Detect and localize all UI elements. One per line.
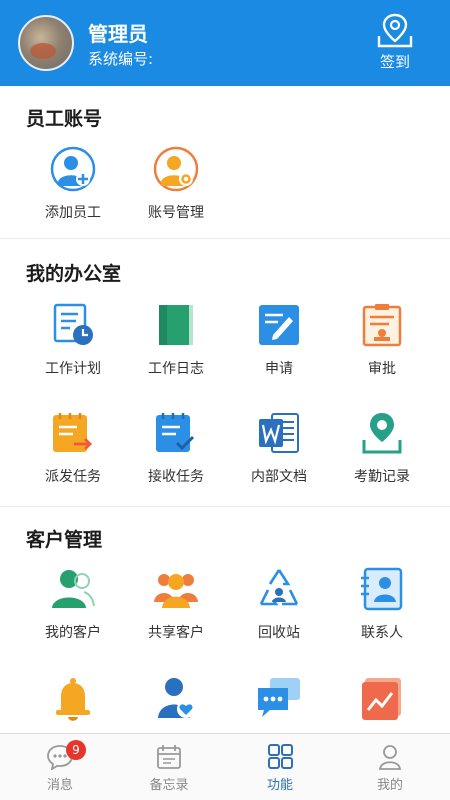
checkin-label: 签到: [379, 53, 410, 71]
tab-label: 备忘录: [149, 778, 189, 793]
dispatch-task-icon: [53, 413, 92, 452]
user-heart-icon: [158, 678, 195, 718]
apply-edit-icon: [259, 305, 299, 345]
grid-label: 申请: [265, 361, 293, 377]
tab-messages[interactable]: 9 消息: [4, 734, 116, 800]
my-customers-icon: [52, 570, 95, 608]
contacts-card-icon: [361, 567, 403, 611]
work-plan-icon: [53, 303, 93, 345]
grid-apps-icon: [268, 744, 293, 769]
section-divider: [0, 238, 450, 239]
receive-task-button[interactable]: 接收任务: [120, 410, 232, 486]
chart-board-icon: [362, 678, 401, 720]
customer-care-button[interactable]: [120, 676, 232, 722]
grid-label: 添加员工: [45, 205, 101, 221]
user-name: 管理员: [88, 22, 148, 46]
dispatch-task-button[interactable]: 派发任务: [17, 410, 129, 486]
grid-label: 考勤记录: [354, 469, 410, 485]
bottom-tab-bar: 9 消息 备忘录 功能 我的: [0, 733, 450, 800]
system-code-label: 系统编号:: [88, 50, 154, 68]
my-customers-button[interactable]: 我的客户: [17, 566, 129, 642]
grid-label: 审批: [368, 361, 396, 377]
approval-clipboard-icon: [362, 304, 402, 347]
profile-header: 管理员 系统编号: 签到: [0, 0, 450, 86]
internal-docs-button[interactable]: 内部文档: [223, 410, 335, 486]
grid-label: 联系人: [361, 625, 403, 641]
sales-report-button[interactable]: [326, 676, 438, 722]
section-title-customers: 客户管理: [26, 529, 103, 551]
section-title-office: 我的办公室: [26, 263, 122, 285]
tab-label: 消息: [46, 778, 73, 793]
tab-functions[interactable]: 功能: [224, 734, 336, 800]
apply-button[interactable]: 申请: [223, 302, 335, 378]
avatar[interactable]: [18, 15, 74, 71]
contacts-button[interactable]: 联系人: [326, 566, 438, 642]
chat-bubbles-icon: [258, 678, 300, 717]
add-user-icon: [50, 146, 96, 192]
shared-customers-icon: [154, 574, 198, 608]
work-log-button[interactable]: 工作日志: [120, 302, 232, 378]
grid-label: 内部文档: [251, 469, 307, 485]
work-plan-button[interactable]: 工作计划: [17, 302, 129, 378]
tab-label: 我的: [376, 778, 403, 793]
account-management-button[interactable]: 账号管理: [120, 146, 232, 222]
tab-mine[interactable]: 我的: [334, 734, 446, 800]
recycle-icon: [259, 569, 299, 606]
bell-icon: [56, 678, 90, 721]
user-icon: [378, 745, 402, 770]
reminder-button[interactable]: [17, 676, 129, 722]
user-settings-icon: [153, 146, 199, 192]
grid-label: 派发任务: [45, 469, 101, 485]
grid-label: 接收任务: [148, 469, 204, 485]
grid-label: 账号管理: [148, 205, 204, 221]
shared-customers-button[interactable]: 共享客户: [120, 566, 232, 642]
calendar-icon: [157, 745, 181, 769]
section-title-staff: 员工账号: [26, 108, 103, 130]
location-pin-icon: [377, 13, 413, 48]
attendance-record-button[interactable]: 考勤记录: [326, 410, 438, 486]
word-document-icon: [259, 413, 299, 453]
approval-button[interactable]: 审批: [326, 302, 438, 378]
section-divider: [0, 506, 450, 507]
grid-label: 工作计划: [45, 361, 101, 377]
tab-label: 功能: [266, 778, 293, 793]
receive-task-icon: [156, 413, 195, 452]
checkin-button[interactable]: 签到: [370, 12, 420, 72]
tab-memo[interactable]: 备忘录: [113, 734, 225, 800]
unread-badge: 9: [66, 740, 86, 760]
grid-label: 工作日志: [148, 361, 204, 377]
grid-label: 共享客户: [148, 625, 204, 641]
chat-records-button[interactable]: [223, 676, 335, 722]
grid-label: 回收站: [258, 625, 300, 641]
add-employee-button[interactable]: 添加员工: [17, 146, 129, 222]
grid-label: 我的客户: [45, 625, 101, 641]
work-log-icon: [159, 305, 193, 345]
attendance-location-icon: [362, 413, 402, 454]
recycle-bin-button[interactable]: 回收站: [223, 566, 335, 642]
